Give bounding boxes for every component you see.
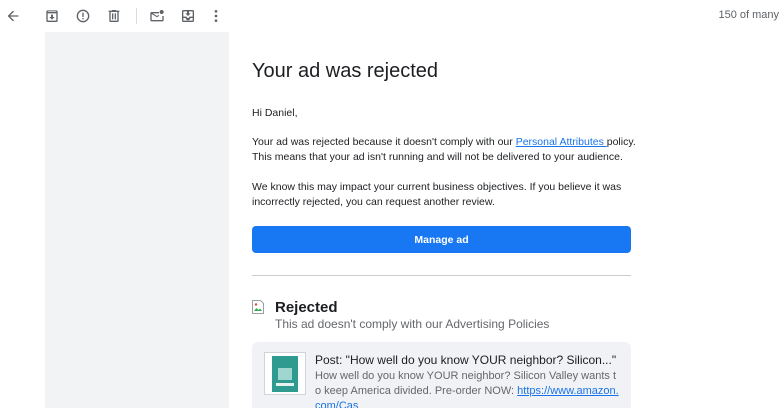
email-title: Your ad was rejected [252,60,439,82]
pagination-count: 150 of many [718,9,779,21]
status-title: Rejected [275,299,338,316]
delete-button[interactable] [103,5,125,27]
move-to-button[interactable] [177,5,199,27]
broken-image-icon [252,300,264,314]
archive-icon [46,10,58,22]
mark-unread-button[interactable] [146,5,168,27]
rejection-paragraph: Your ad was rejected because it doesn't … [252,135,642,164]
move-to-icon [182,10,194,22]
personal-attributes-link[interactable]: Personal Attributes [516,136,607,148]
report-spam-icon [76,9,90,23]
post-title: Post: "How well do you know YOUR neighbo… [315,353,617,367]
back-arrow-icon [7,10,19,22]
toolbar-separator [136,8,137,24]
rejection-text-start: Your ad was rejected because it doesn't … [252,136,516,148]
greeting-text: Hi Daniel, [252,107,298,119]
status-subtitle: This ad doesn't comply with our Advertis… [275,317,550,331]
post-body: How well do you know YOUR neighbor? Sili… [315,369,621,408]
ad-preview[interactable]: Post: "How well do you know YOUR neighbo… [252,342,631,408]
review-paragraph: We know this may impact your current bus… [252,181,622,208]
more-vert-icon [214,10,218,22]
archive-button[interactable] [41,5,63,27]
more-options-button[interactable] [205,5,227,27]
book-cover-image [272,356,298,392]
mark-unread-icon [150,10,164,22]
ad-thumbnail [264,352,306,395]
section-divider [252,275,631,276]
mail-toolbar: 150 of many [0,0,779,32]
manage-ad-button[interactable]: Manage ad [252,226,631,253]
delete-icon [108,10,120,22]
bottom-strip [0,408,779,420]
back-button[interactable] [2,5,24,27]
report-spam-button[interactable] [72,5,94,27]
email-card: Your ad was rejected Hi Daniel, Your ad … [229,32,654,408]
